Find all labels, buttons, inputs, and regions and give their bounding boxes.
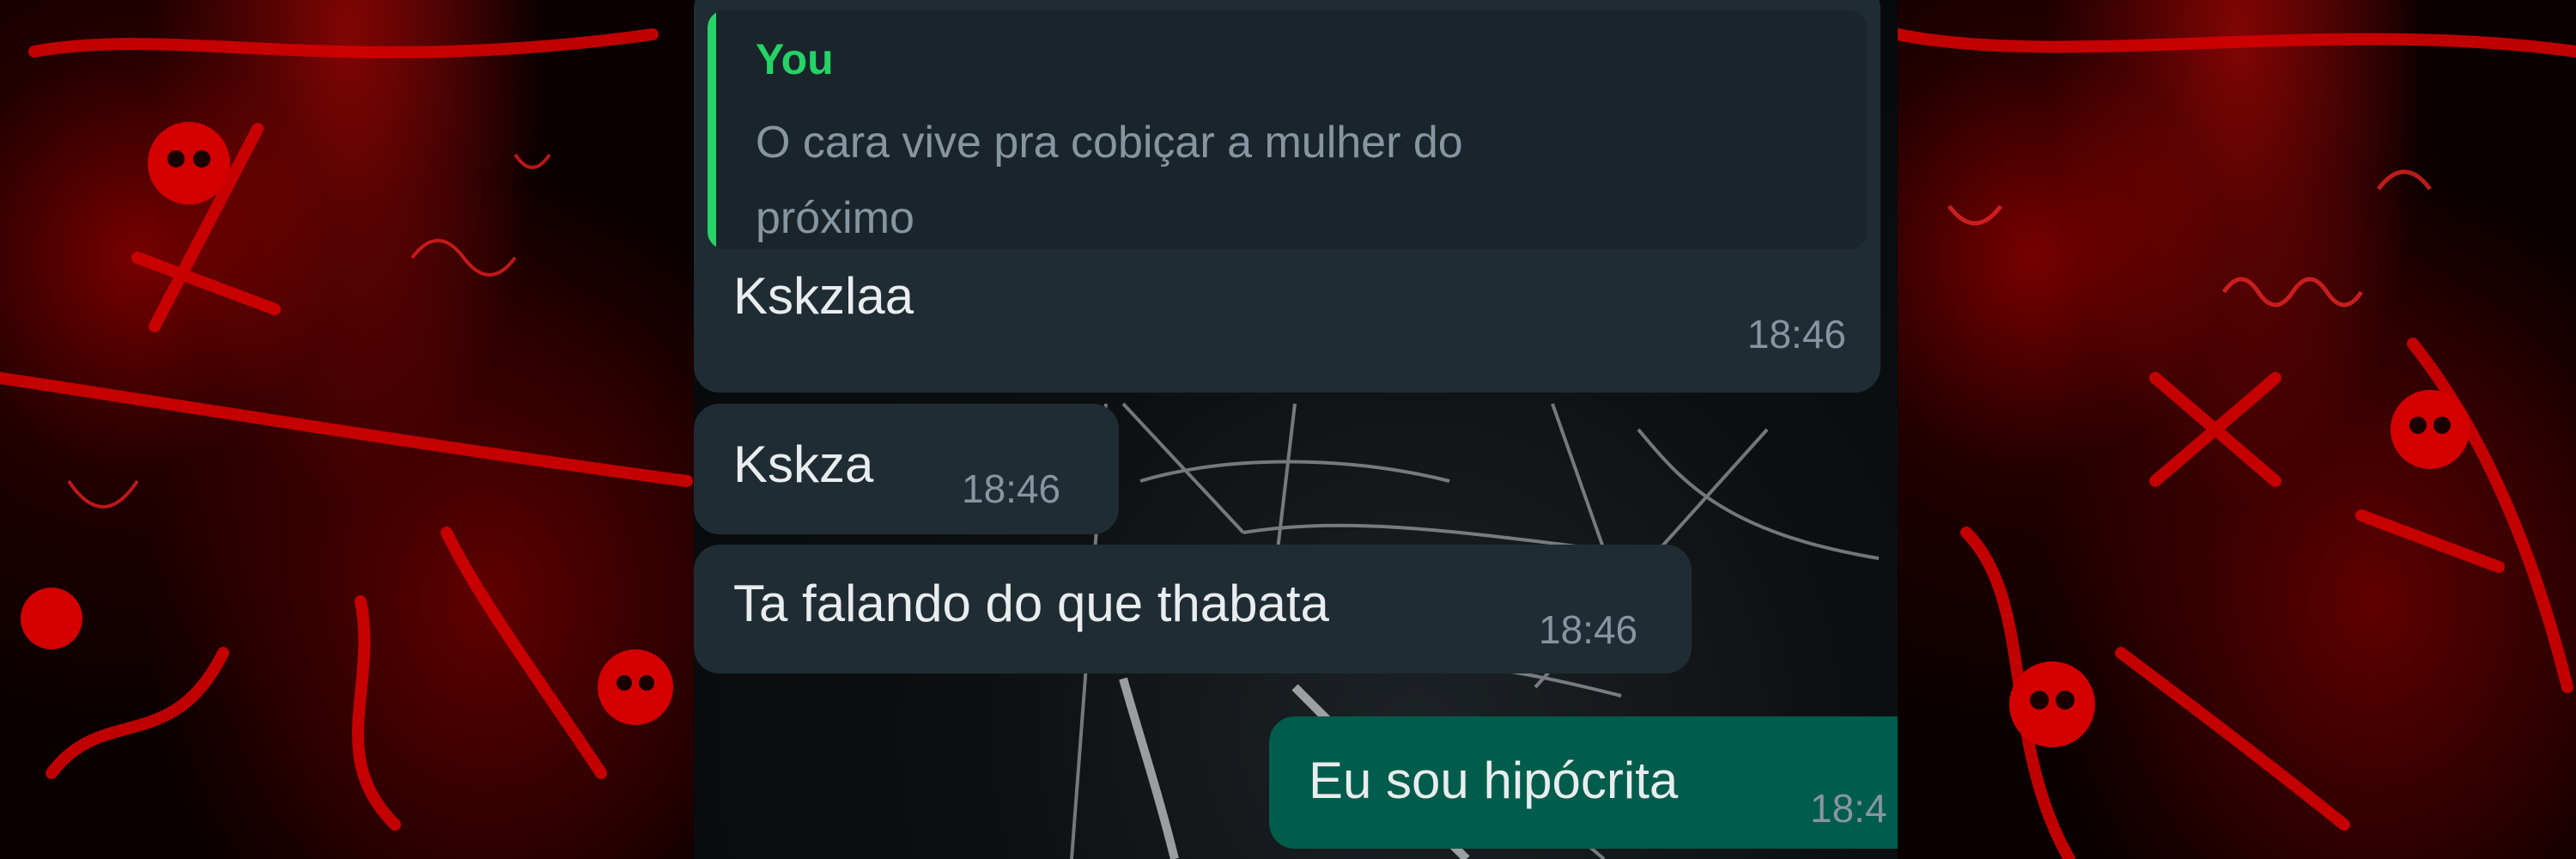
incoming-message-bubble[interactable]: Ta falando do que thabata 18:46 [694, 545, 1692, 673]
quote-accent-bar [708, 10, 716, 249]
quoted-text-line: O cara vive pra cobiçar a mulher do [756, 118, 1463, 168]
left-decorative-background [0, 0, 694, 859]
message-timestamp: 18:46 [1747, 312, 1846, 356]
message-timestamp: 18:4 [1810, 786, 1887, 831]
message-text: Kskzlaa [733, 267, 914, 325]
skull-crossbones-pattern [0, 28, 693, 831]
outgoing-message-bubble[interactable]: Eu sou hipócrita 18:4 [1269, 716, 1898, 849]
quoted-text: O cara vive pra cobiçar a mulher do próx… [756, 105, 1786, 249]
message-timestamp: 18:46 [1539, 607, 1638, 652]
message-text: Ta falando do que thabata [733, 575, 1329, 632]
quoted-author: You [756, 35, 834, 83]
incoming-message-bubble[interactable]: You O cara vive pra cobiçar a mulher do … [694, 0, 1880, 393]
message-text: Eu sou hipócrita [1309, 752, 1679, 809]
chat-conversation-area[interactable]: You O cara vive pra cobiçar a mulher do … [694, 0, 1898, 859]
message-timestamp: 18:46 [962, 466, 1061, 511]
quoted-reply[interactable]: You O cara vive pra cobiçar a mulher do … [708, 10, 1867, 249]
incoming-message-bubble[interactable]: Kskza 18:46 [694, 404, 1119, 534]
message-text: Kskza [733, 436, 874, 493]
skull-crossbones-pattern [1898, 28, 2576, 859]
right-decorative-background [1898, 0, 2576, 859]
quoted-text-line: próximo [756, 193, 914, 243]
